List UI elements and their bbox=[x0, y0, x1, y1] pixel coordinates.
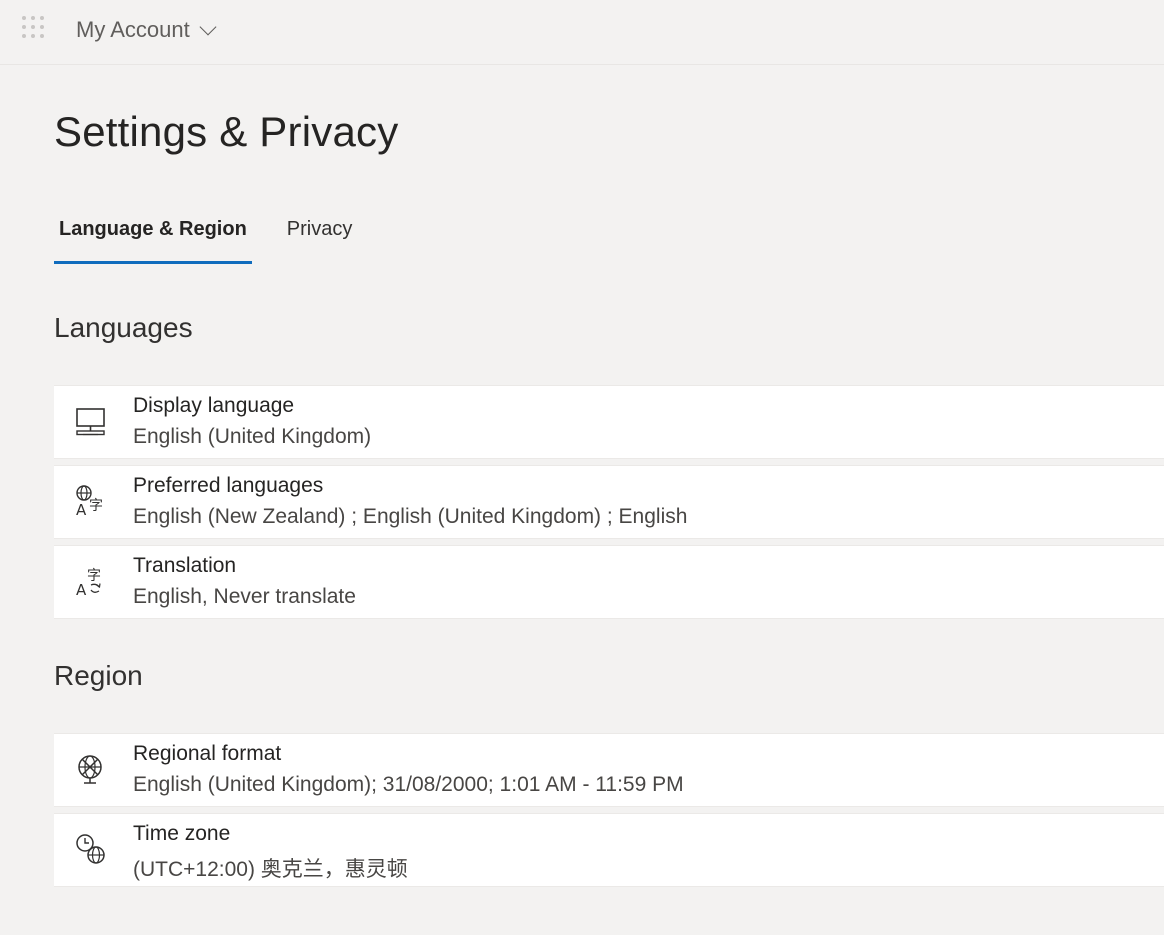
top-bar: My Account bbox=[0, 0, 1164, 65]
preferred-languages-card[interactable]: A 字 Preferred languages English (New Zea… bbox=[54, 465, 1164, 539]
account-menu[interactable]: My Account bbox=[76, 17, 217, 43]
tab-privacy[interactable]: Privacy bbox=[282, 210, 358, 264]
chevron-down-icon bbox=[199, 18, 217, 36]
tab-bar: Language & Region Privacy bbox=[54, 210, 357, 264]
monitor-icon bbox=[76, 408, 105, 436]
svg-text:A: A bbox=[76, 501, 87, 518]
time-zone-value: (UTC+12:00) 奥克兰，惠灵顿 bbox=[133, 858, 408, 881]
languages-heading: Languages bbox=[54, 312, 193, 343]
translation-card[interactable]: 字 A Translation English, Never translate bbox=[54, 545, 1164, 619]
translation-value: English, Never translate bbox=[133, 585, 356, 608]
page-title: Settings & Privacy bbox=[54, 108, 399, 155]
svg-text:A: A bbox=[76, 581, 87, 598]
waffle-icon[interactable] bbox=[22, 16, 48, 42]
translation-title: Translation bbox=[133, 554, 237, 577]
svg-text:字: 字 bbox=[87, 568, 101, 584]
translate-icon: 字 A bbox=[76, 568, 101, 598]
clock-globe-icon bbox=[76, 834, 105, 864]
tab-language-region[interactable]: Language & Region bbox=[54, 210, 252, 264]
app-title: My Account bbox=[76, 17, 190, 42]
language-icon: A 字 bbox=[76, 485, 103, 518]
display-language-value: English (United Kingdom) bbox=[133, 425, 372, 448]
display-language-title: Display language bbox=[133, 394, 295, 417]
regional-format-card[interactable]: Regional format English (United Kingdom)… bbox=[54, 733, 1164, 807]
regional-format-value: English (United Kingdom); 31/08/2000; 1:… bbox=[133, 773, 684, 796]
globe-format-icon bbox=[78, 755, 102, 784]
display-language-card[interactable]: Display language English (United Kingdom… bbox=[54, 385, 1164, 459]
time-zone-title: Time zone bbox=[133, 822, 231, 845]
time-zone-card[interactable]: Time zone (UTC+12:00) 奥克兰，惠灵顿 bbox=[54, 813, 1164, 887]
regional-format-title: Regional format bbox=[133, 742, 282, 765]
preferred-languages-title: Preferred languages bbox=[133, 474, 324, 497]
svg-text:字: 字 bbox=[89, 498, 103, 514]
preferred-languages-value: English (New Zealand) ; English (United … bbox=[133, 505, 688, 528]
region-heading: Region bbox=[54, 660, 143, 691]
